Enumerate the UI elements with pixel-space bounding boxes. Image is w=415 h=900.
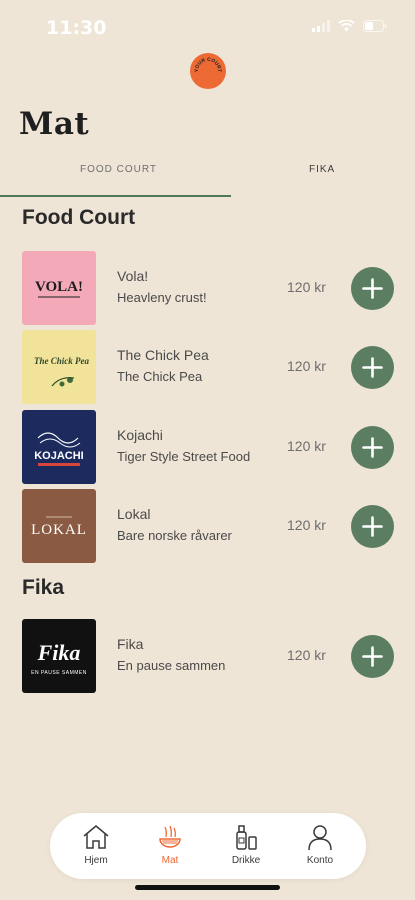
logo-text: YOUR COURT	[194, 57, 222, 72]
add-button[interactable]	[351, 346, 394, 389]
vendor-logo-lokal: LOKAL	[22, 489, 96, 563]
item-price: 120 kr	[287, 647, 326, 663]
item-description: The Chick Pea	[117, 369, 203, 384]
item-price: 120 kr	[287, 438, 326, 454]
vendor-logo-fika: Fika EN PAUSE SAMMEN	[22, 619, 96, 693]
lokal-logo-text: LOKAL	[31, 522, 87, 538]
item-description: Bare norske råvarer	[117, 528, 232, 543]
add-button[interactable]	[351, 267, 394, 310]
item-name: Vola!	[117, 268, 149, 284]
fika-logo-text: Fika	[37, 640, 81, 665]
item-price: 120 kr	[287, 517, 326, 533]
status-bar: 11:30	[0, 0, 415, 56]
bottom-nav: Hjem Mat Drikke Konto	[50, 813, 366, 879]
add-button[interactable]	[351, 505, 394, 548]
plus-icon	[362, 516, 383, 537]
kojachi-logo-text: KOJACHI	[34, 450, 84, 462]
svg-text:YOUR COURT: YOUR COURT	[194, 57, 222, 72]
status-icons	[312, 20, 387, 32]
active-tab-indicator	[0, 195, 231, 197]
tab-fika[interactable]: FIKA	[309, 164, 335, 175]
user-icon	[308, 825, 332, 851]
nav-item-food[interactable]: Mat	[142, 821, 198, 873]
item-name: The Chick Pea	[117, 347, 209, 363]
item-price: 120 kr	[287, 358, 326, 374]
nav-label: Hjem	[84, 855, 108, 866]
item-name: Kojachi	[117, 427, 163, 443]
vendor-logo-kojachi: KOJACHI	[22, 410, 96, 484]
food-icon	[159, 825, 181, 848]
svg-text:The Chick Pea: The Chick Pea	[34, 356, 89, 366]
plus-icon	[362, 646, 383, 667]
section-title-fika: Fika	[22, 576, 65, 599]
list-item[interactable]: Fika EN PAUSE SAMMEN Fika En pause samme…	[0, 619, 415, 693]
home-icon	[83, 825, 109, 849]
nav-item-account[interactable]: Konto	[292, 821, 348, 873]
add-button[interactable]	[351, 635, 394, 678]
item-description: En pause sammen	[117, 658, 226, 673]
tab-food-court[interactable]: FOOD COURT	[80, 164, 157, 175]
nav-item-drinks[interactable]: Drikke	[218, 821, 274, 873]
fika-logo-subtext: EN PAUSE SAMMEN	[31, 670, 87, 676]
list-item[interactable]: KOJACHI Kojachi Tiger Style Street Food …	[0, 410, 415, 484]
item-price: 120 kr	[287, 279, 326, 295]
nav-item-home[interactable]: Hjem	[68, 821, 124, 873]
vola-logo-text: VOLA!	[35, 279, 83, 295]
list-item[interactable]: LOKAL Lokal Bare norske råvarer 120 kr	[0, 489, 415, 563]
list-item[interactable]: VOLA! Vola! Heavleny crust! 120 kr	[0, 251, 415, 325]
section-title-food-court: Food Court	[22, 206, 136, 229]
nav-label: Drikke	[231, 855, 261, 866]
nav-label: Konto	[306, 855, 334, 866]
category-tabs: FOOD COURT FIKA	[0, 158, 415, 198]
page-title: Mat	[19, 106, 90, 142]
add-button[interactable]	[351, 426, 394, 469]
home-indicator	[135, 885, 280, 890]
item-name: Lokal	[117, 506, 151, 522]
vendor-logo-chick-pea: The Chick Pea	[22, 330, 96, 404]
chick-pea-logo-text: The Chick Pea	[34, 356, 89, 366]
list-item[interactable]: The Chick Pea The Chick Pea The Chick Pe…	[0, 330, 415, 404]
item-description: Heavleny crust!	[117, 290, 207, 305]
item-description: Tiger Style Street Food	[117, 449, 251, 464]
status-time: 11:30	[46, 17, 107, 39]
nav-label: Mat	[161, 855, 179, 866]
court-logo: YOUR COURT	[190, 53, 226, 89]
plus-icon	[362, 278, 383, 299]
plus-icon	[362, 357, 383, 378]
drink-icon	[236, 825, 257, 850]
court-logo-icon: YOUR COURT	[194, 57, 222, 72]
battery-icon	[363, 20, 387, 32]
signal-icon	[312, 20, 330, 32]
plus-icon	[362, 437, 383, 458]
vendor-logo-vola: VOLA!	[22, 251, 96, 325]
item-name: Fika	[117, 636, 144, 652]
wifi-icon	[338, 20, 355, 32]
